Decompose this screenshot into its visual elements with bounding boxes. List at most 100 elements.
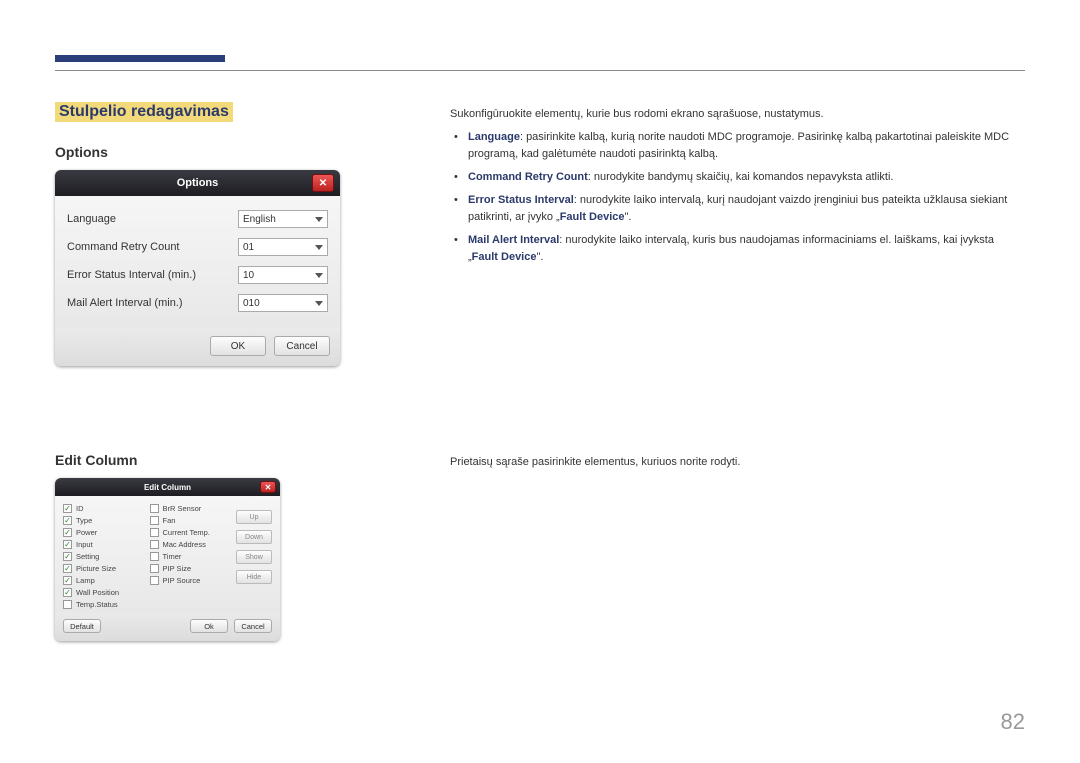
list-item[interactable]: PIP Source	[150, 576, 231, 585]
option-row-retry: Command Retry Count 01	[67, 238, 328, 256]
chevron-down-icon	[315, 301, 323, 306]
error-value: 10	[243, 270, 254, 281]
options-description: Sukonfigūruokite elementų, kurie bus rod…	[450, 106, 1025, 266]
checkbox-icon[interactable]	[150, 528, 159, 537]
chevron-down-icon	[315, 273, 323, 278]
edit-column-dialog: Edit Column ✕ ✓ID✓Type✓Power✓Input✓Setti…	[55, 478, 280, 641]
list-item-label: Input	[76, 540, 93, 549]
list-item[interactable]: ✓ Input	[63, 540, 144, 549]
checkbox-icon[interactable]: ✓	[63, 576, 72, 585]
bullet-retry: Command Retry Count: nurodykite bandymų …	[468, 169, 1025, 186]
edit-column-titlebar: Edit Column ✕	[55, 478, 280, 496]
list-item[interactable]: Current Temp.	[150, 528, 231, 537]
kw-retry: Command Retry Count	[468, 171, 588, 183]
option-row-mail: Mail Alert Interval (min.) 010	[67, 294, 328, 312]
list-item[interactable]: PIP Size	[150, 564, 231, 573]
close-icon[interactable]: ✕	[260, 481, 276, 493]
list-item[interactable]: Fan	[150, 516, 231, 525]
option-label-error: Error Status Interval (min.)	[67, 269, 196, 281]
show-button[interactable]: Show	[236, 550, 272, 564]
list-item-label: Lamp	[76, 576, 95, 585]
list-item-label: Timer	[163, 552, 182, 561]
list-item[interactable]: ✓ Setting	[63, 552, 144, 561]
checkbox-icon[interactable]	[150, 540, 159, 549]
options-dialog-title: Options	[177, 177, 219, 189]
list-item[interactable]: BrR Sensor	[150, 504, 231, 513]
list-item-label: ID	[76, 504, 84, 513]
checkbox-icon[interactable]	[150, 552, 159, 561]
list-item[interactable]: ✓ Lamp	[63, 576, 144, 585]
list-item[interactable]: Mac Address	[150, 540, 231, 549]
checkbox-icon[interactable]	[150, 564, 159, 573]
checkbox-icon[interactable]: ✓	[63, 552, 72, 561]
edit-column-title: Edit Column	[144, 483, 191, 492]
bullet-error-interval: Error Status Interval: nurodykite laiko …	[468, 192, 1025, 226]
checkbox-icon[interactable]: ✓	[63, 588, 72, 597]
checkbox-icon[interactable]	[63, 600, 72, 609]
list-item-label: Current Temp.	[163, 528, 210, 537]
checkbox-icon[interactable]	[150, 516, 159, 525]
editcolumn-description: Prietaisų sąraše pasirinkite elementus, …	[450, 454, 1025, 471]
checkbox-icon[interactable]	[150, 504, 159, 513]
list-item-label: Type	[76, 516, 92, 525]
chevron-down-icon	[315, 217, 323, 222]
edit-column-list-1: ✓ID✓Type✓Power✓Input✓Setting✓Picture Siz…	[63, 504, 144, 609]
edit-column-list-2: BrR Sensor Fan Current Temp. Mac Address Tim…	[150, 504, 231, 609]
list-item[interactable]: Timer	[150, 552, 231, 561]
mail-value: 010	[243, 298, 260, 309]
list-item[interactable]: ✓Power	[63, 528, 144, 537]
ok-button[interactable]: Ok	[190, 619, 228, 633]
down-button[interactable]: Down	[236, 530, 272, 544]
bullet-language: Language: pasirinkite kalbą, kurią norit…	[468, 129, 1025, 163]
page-number: 82	[1001, 709, 1025, 735]
list-item-label: Wall Position	[76, 588, 119, 597]
subheading-options: Options	[55, 144, 108, 160]
close-icon[interactable]: ✕	[312, 174, 334, 192]
option-row-language: Language English	[67, 210, 328, 228]
retry-combo[interactable]: 01	[238, 238, 328, 256]
section-title: Stulpelio redagavimas	[55, 102, 233, 122]
list-item-label: PIP Size	[163, 564, 192, 573]
list-item-label: Setting	[76, 552, 99, 561]
intro-text: Sukonfigūruokite elementų, kurie bus rod…	[450, 108, 824, 120]
mail-combo[interactable]: 010	[238, 294, 328, 312]
list-item[interactable]: Temp.Status	[63, 600, 144, 609]
subheading-editcolumn: Edit Column	[55, 452, 137, 468]
checkbox-icon[interactable]: ✓	[63, 528, 72, 537]
list-item[interactable]: ✓ Picture Size	[63, 564, 144, 573]
checkbox-icon[interactable]: ✓	[63, 564, 72, 573]
list-item-label: Picture Size	[76, 564, 116, 573]
list-item[interactable]: ✓ Wall Position	[63, 588, 144, 597]
checkbox-icon[interactable]: ✓	[63, 516, 72, 525]
default-button[interactable]: Default	[63, 619, 101, 633]
list-item-label: Temp.Status	[76, 600, 118, 609]
ok-button[interactable]: OK	[210, 336, 266, 356]
language-combo[interactable]: English	[238, 210, 328, 228]
option-row-error: Error Status Interval (min.) 10	[67, 266, 328, 284]
accent-bar	[55, 55, 225, 62]
retry-value: 01	[243, 242, 254, 253]
error-combo[interactable]: 10	[238, 266, 328, 284]
language-value: English	[243, 214, 276, 225]
list-item-label: Fan	[163, 516, 176, 525]
checkbox-icon[interactable]	[150, 576, 159, 585]
chevron-down-icon	[315, 245, 323, 250]
bullet-mail-interval: Mail Alert Interval: nurodykite laiko in…	[468, 232, 1025, 266]
list-item[interactable]: ✓ Type	[63, 516, 144, 525]
cancel-button[interactable]: Cancel	[234, 619, 272, 633]
kw-fault-1: Fault Device	[560, 211, 625, 223]
option-label-mail: Mail Alert Interval (min.)	[67, 297, 183, 309]
list-item-label: PIP Source	[163, 576, 201, 585]
list-item-label: Mac Address	[163, 540, 206, 549]
up-button[interactable]: Up	[236, 510, 272, 524]
checkbox-icon[interactable]: ✓	[63, 504, 72, 513]
list-item-label: BrR Sensor	[163, 504, 202, 513]
option-label-retry: Command Retry Count	[67, 241, 180, 253]
options-dialog-titlebar: Options ✕	[55, 170, 340, 196]
list-item[interactable]: ✓ ID	[63, 504, 144, 513]
kw-error-interval: Error Status Interval	[468, 194, 574, 206]
hide-button[interactable]: Hide	[236, 570, 272, 584]
checkbox-icon[interactable]: ✓	[63, 540, 72, 549]
header-rule	[55, 70, 1025, 71]
cancel-button[interactable]: Cancel	[274, 336, 330, 356]
